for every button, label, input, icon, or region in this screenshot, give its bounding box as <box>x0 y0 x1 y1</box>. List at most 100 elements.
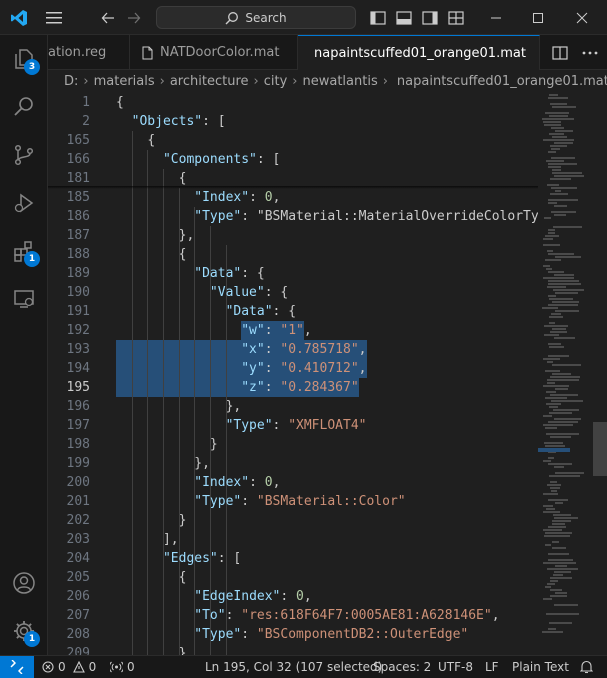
line-number: 186 <box>66 209 90 224</box>
remote-indicator[interactable] <box>0 656 34 678</box>
remote-explorer-button[interactable] <box>0 275 48 323</box>
minimap-line <box>548 199 578 201</box>
minimap-line <box>543 121 561 123</box>
minimap-line <box>555 190 561 192</box>
code-line[interactable]: 208 "Type": "BSComponentDB2::OuterEdge" <box>48 625 538 644</box>
code-line[interactable]: 202 } <box>48 511 538 530</box>
code-line[interactable]: 206 "EdgeIndex": 0, <box>48 587 538 606</box>
tab-napaintscuffed[interactable]: napaintscuffed01_orange01.mat <box>298 35 540 70</box>
minimap-line <box>555 592 567 594</box>
extensions-button[interactable]: 1 <box>0 227 48 275</box>
code-line[interactable]: 189 "Data": { <box>48 264 538 283</box>
minimize-icon[interactable] <box>482 0 510 35</box>
code-line[interactable]: 198 } <box>48 435 538 454</box>
ports-indicator[interactable]: 0 <box>110 656 135 678</box>
breadcrumb-item-newatlantis[interactable]: newatlantis <box>302 74 377 89</box>
minimap-line <box>551 313 561 315</box>
code-line[interactable]: 185 "Index": 0, <box>48 188 538 207</box>
minimap-line <box>544 217 551 219</box>
breadcrumb-item-materials[interactable]: materials <box>94 74 155 89</box>
tab-registry-file[interactable]: ation.reg <box>48 35 130 70</box>
code-line[interactable]: 197 "Type": "XMFLOAT4" <box>48 416 538 435</box>
minimap-line <box>552 172 582 174</box>
notifications-button[interactable] <box>580 656 593 678</box>
minimap-line <box>550 481 557 483</box>
minimap-line <box>554 142 573 144</box>
breadcrumb-item-city[interactable]: city <box>264 74 288 89</box>
close-window-icon[interactable] <box>568 0 596 35</box>
code-line[interactable]: 166 "Components": [ <box>48 150 538 169</box>
code-line[interactable]: 201 "Type": "BSMaterial::Color" <box>48 492 538 511</box>
line-number: 2 <box>82 114 90 129</box>
encoding-indicator[interactable]: UTF-8 <box>438 656 473 678</box>
code-line[interactable]: 204 "Edges": [ <box>48 549 538 568</box>
minimap-line <box>543 562 576 564</box>
code-line[interactable]: 190 "Value": { <box>48 283 538 302</box>
code-line[interactable]: 196 }, <box>48 397 538 416</box>
minimap-line <box>552 301 579 303</box>
breadcrumb-item-file[interactable]: napaintscuffed01_orange01.mat <box>397 74 607 89</box>
code-line[interactable]: 165 { <box>48 131 538 150</box>
indentation-indicator[interactable]: Spaces: 2 <box>373 656 431 678</box>
accounts-button[interactable] <box>0 559 48 607</box>
forward-arrow-icon[interactable] <box>124 0 144 35</box>
code-line[interactable]: 2 "Objects": [ <box>48 112 538 131</box>
search-view-button[interactable] <box>0 83 48 131</box>
toggle-primary-sidebar-icon[interactable] <box>368 0 388 35</box>
menu-icon[interactable] <box>42 0 66 35</box>
split-editor-button[interactable] <box>548 35 572 70</box>
code-line[interactable]: 200 "Index": 0, <box>48 473 538 492</box>
language-mode[interactable]: Plain Text <box>512 656 569 678</box>
search-icon <box>225 11 239 24</box>
code-line[interactable]: 209 }, <box>48 644 538 655</box>
eol-indicator[interactable]: LF <box>485 656 499 678</box>
code-line[interactable]: 194 "y": "0.410712", <box>48 359 538 378</box>
minimap-line <box>548 229 555 231</box>
minimap-line <box>543 505 553 507</box>
minimap-line <box>544 334 559 336</box>
code-line[interactable]: 195 "z": "0.284367" <box>48 378 538 397</box>
customize-layout-icon[interactable] <box>446 0 466 35</box>
line-number: 199 <box>66 456 90 471</box>
explorer-badge: 3 <box>24 59 40 75</box>
minimap-line <box>547 361 553 363</box>
maximize-icon[interactable] <box>524 0 552 35</box>
code-line[interactable]: 1{ <box>48 93 538 112</box>
minimap-line <box>548 97 568 99</box>
minimap-line <box>546 433 579 435</box>
code-line[interactable]: 192 "w": "1", <box>48 321 538 340</box>
sticky-scroll-shadow <box>48 186 538 189</box>
code-line[interactable]: 188 { <box>48 245 538 264</box>
cursor-position[interactable]: Ln 195, Col 32 (107 selected) <box>205 656 382 678</box>
code-line[interactable]: 193 "x": "0.785718", <box>48 340 538 359</box>
problems-indicator[interactable]: 0 0 <box>42 656 96 678</box>
editor-scrollbar[interactable] <box>593 92 607 655</box>
code-line[interactable]: 205 { <box>48 568 538 587</box>
source-control-button[interactable] <box>0 131 48 179</box>
minimap[interactable] <box>538 92 593 655</box>
toggle-panel-icon[interactable] <box>394 0 414 35</box>
toggle-secondary-sidebar-icon[interactable] <box>420 0 440 35</box>
minimap-line <box>545 397 567 399</box>
minimap-line <box>555 256 581 258</box>
manage-button[interactable]: 1 <box>0 607 48 655</box>
code-line[interactable]: 187 }, <box>48 226 538 245</box>
minimap-line <box>552 520 571 522</box>
run-debug-button[interactable] <box>0 179 48 227</box>
code-line[interactable]: 199 }, <box>48 454 538 473</box>
code-line[interactable]: 186 "Type": "BSMaterial::MaterialOverrid… <box>48 207 538 226</box>
breadcrumb-item-drive[interactable]: D: <box>64 74 78 89</box>
explorer-button[interactable]: 3 <box>0 35 48 83</box>
tab-natdoorcolor[interactable]: NATDoorColor.mat <box>130 35 298 70</box>
code-editor[interactable]: 1{2 "Objects": [165 {166 "Components": [… <box>48 92 538 655</box>
code-line[interactable]: 191 "Data": { <box>48 302 538 321</box>
scrollbar-thumb[interactable] <box>593 422 607 476</box>
code-line[interactable]: 203 ], <box>48 530 538 549</box>
line-number: 188 <box>66 247 90 262</box>
command-center-search[interactable]: Search <box>156 6 356 29</box>
code-line[interactable]: 207 "To": "res:618F64F7:0005AE81:A628146… <box>48 606 538 625</box>
back-arrow-icon[interactable] <box>98 0 118 35</box>
minimap-line <box>545 259 561 261</box>
more-actions-button[interactable] <box>578 35 602 70</box>
breadcrumb-item-architecture[interactable]: architecture <box>170 74 249 89</box>
